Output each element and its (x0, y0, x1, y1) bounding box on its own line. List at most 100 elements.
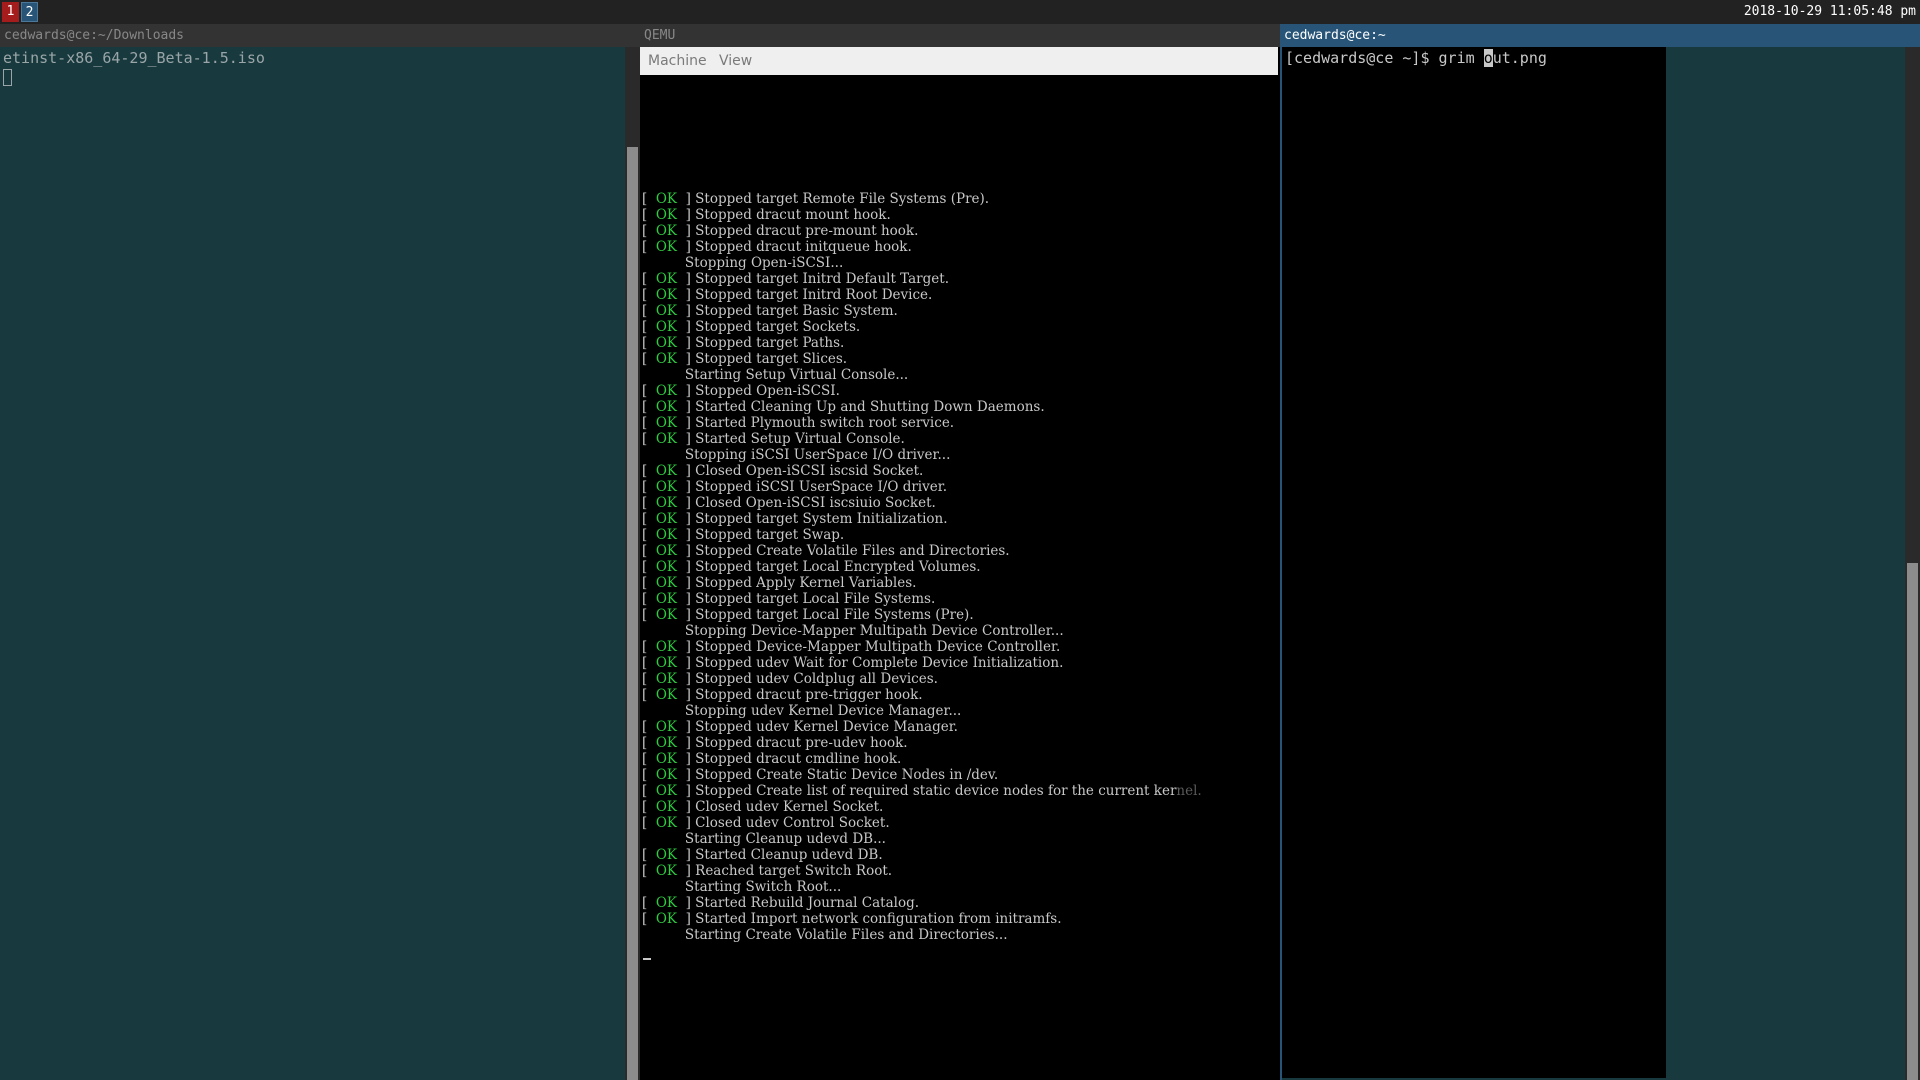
console-line: [ OK ] Stopped dracut pre-trigger hook. (642, 687, 923, 703)
prompt-after-cursor: ut.png (1492, 49, 1547, 67)
ok-status: OK (655, 815, 678, 831)
console-line-text: Stopping udev Kernel Device Manager... (684, 703, 962, 719)
console-line-text: Stopped target Sockets. (695, 319, 861, 335)
ok-status: OK (655, 575, 678, 591)
ok-status: OK (655, 399, 678, 415)
top-bar: 1 2 2018-10-29 11:05:48 pm (0, 0, 1920, 24)
ok-status: OK (655, 479, 678, 495)
console-line-text: Stopped dracut mount hook. (695, 207, 891, 223)
console-line-text: Stopped target Initrd Root Device. (695, 287, 933, 303)
menu-machine[interactable]: Machine (648, 47, 707, 75)
console-line: [ OK ] Stopped dracut pre-udev hook. (642, 735, 908, 751)
menu-view[interactable]: View (719, 47, 752, 75)
scrollbar-thumb[interactable] (627, 147, 638, 1080)
console-line-text: Stopped Device-Mapper Multipath Device C… (695, 639, 1061, 655)
ok-status: OK (655, 239, 678, 255)
console-line: [ OK ] Stopped dracut cmdline hook. (642, 751, 902, 767)
ok-status: OK (655, 847, 678, 863)
ok-status: OK (655, 687, 678, 703)
console-line-text: Closed udev Kernel Socket. (695, 799, 884, 815)
console-line: [ OK ] Stopped target Swap. (642, 527, 845, 543)
console-line: Stopping iSCSI UserSpace I/O driver... (642, 447, 1202, 463)
ok-status: OK (655, 431, 678, 447)
console-line-text: Stopped target Local File Systems (Pre). (695, 607, 974, 623)
console-line: [ OK ] Stopped dracut pre-mount hook. (642, 223, 919, 239)
ok-status: OK (655, 863, 678, 879)
ok-status: OK (655, 223, 678, 239)
ok-status: OK (655, 767, 678, 783)
console-line: [ OK ] Stopped target Initrd Default Tar… (642, 271, 949, 287)
terminal-home[interactable]: [cedwards@ce ~]$ grim out.png (1280, 47, 1920, 1080)
console-line-text: Starting Setup Virtual Console... (684, 367, 909, 383)
console-line-text: Started Cleaning Up and Shutting Down Da… (695, 399, 1045, 415)
terminal-prompt-line[interactable]: [cedwards@ce ~]$ grim out.png (1285, 49, 1547, 67)
workspace-1-button[interactable]: 1 (2, 2, 19, 22)
console-line: [ OK ] Stopped target Sockets. (642, 319, 861, 335)
console-line-text: Stopped dracut pre-mount hook. (695, 223, 919, 239)
console-line: [ OK ] Stopped target Local Encrypted Vo… (642, 559, 981, 575)
console-line-text: Started Import network configuration fro… (695, 911, 1062, 927)
console-line: [ OK ] Closed udev Kernel Socket. (642, 799, 884, 815)
ok-status: OK (655, 895, 678, 911)
console-line-text: Stopped target System Initialization. (695, 511, 948, 527)
prompt-text: [cedwards@ce ~]$ grim (1285, 49, 1484, 67)
ok-status: OK (655, 463, 678, 479)
console-line-text: Closed Open-iSCSI iscsiuio Socket. (695, 495, 936, 511)
console-line-text: Stopped Apply Kernel Variables. (695, 575, 917, 591)
console-line: [ OK ] Stopped target Paths. (642, 335, 845, 351)
scrollbar-home[interactable] (1905, 47, 1920, 1080)
window-title-qemu[interactable]: QEMU (640, 24, 1280, 47)
console-line: [ OK ] Stopped Create Volatile Files and… (642, 543, 1010, 559)
qemu-window[interactable]: Machine View [ OK ] Stopped target Remot… (640, 47, 1280, 1080)
console-line-text: Stopped dracut cmdline hook. (695, 751, 902, 767)
console-line: [ OK ] Stopped udev Coldplug all Devices… (642, 671, 938, 687)
ok-status: OK (655, 799, 678, 815)
ok-status: OK (655, 783, 678, 799)
workspace-2-button[interactable]: 2 (21, 2, 38, 22)
console-line: Starting Setup Virtual Console... (642, 367, 1202, 383)
console-line-text: Closed Open-iSCSI iscsid Socket. (695, 463, 924, 479)
console-line: [ OK ] Stopped udev Kernel Device Manage… (642, 719, 958, 735)
console-line: [ OK ] Stopped Device-Mapper Multipath D… (642, 639, 1061, 655)
console-line-text: Stopped target Paths. (695, 335, 845, 351)
scrollbar-downloads[interactable] (625, 47, 640, 1080)
console-line-text: Stopped Open-iSCSI. (695, 383, 840, 399)
console-line-text: Started Plymouth switch root service. (695, 415, 955, 431)
console-line-text: Started Setup Virtual Console. (695, 431, 905, 447)
console-line: [ OK ] Stopped Open-iSCSI. (642, 383, 840, 399)
console-line-text: Stopped target Initrd Default Target. (695, 271, 949, 287)
console-line-text: Stopped dracut pre-trigger hook. (695, 687, 923, 703)
console-line-text: Stopped target Basic System. (695, 303, 898, 319)
ok-status: OK (655, 511, 678, 527)
console-line: [ OK ] Stopped target Local File Systems… (642, 591, 936, 607)
console-line-text: Stopped dracut pre-udev hook. (695, 735, 908, 751)
ok-status: OK (655, 207, 678, 223)
scrollbar-thumb[interactable] (1907, 563, 1918, 1080)
ok-status: OK (655, 719, 678, 735)
console-line: [ OK ] Started Cleaning Up and Shutting … (642, 399, 1045, 415)
ok-status: OK (655, 559, 678, 575)
console-line-text: Starting Create Volatile Files and Direc… (684, 927, 1008, 943)
console-line: [ OK ] Stopped target Basic System. (642, 303, 898, 319)
window-title-home[interactable]: cedwards@ce:~ (1280, 24, 1920, 47)
terminal-downloads[interactable]: etinst-x86_64-29_Beta-1.5.iso (0, 47, 625, 1080)
console-line: Starting Switch Root... (642, 879, 1202, 895)
console-line: Starting Cleanup udevd DB... (642, 831, 1202, 847)
console-line-text: Stopping Open-iSCSI... (684, 255, 844, 271)
ok-status: OK (655, 415, 678, 431)
console-line-text: Starting Cleanup udevd DB... (684, 831, 886, 847)
console-line: [ OK ] Stopped target Remote File System… (642, 191, 990, 207)
console-line: [ OK ] Stopped iSCSI UserSpace I/O drive… (642, 479, 947, 495)
console-line: [ OK ] Closed Open-iSCSI iscsiuio Socket… (642, 495, 936, 511)
ok-status: OK (655, 735, 678, 751)
window-title-downloads[interactable]: cedwards@ce:~/Downloads (0, 24, 640, 47)
console-line: [ OK ] Stopped target Local File Systems… (642, 607, 974, 623)
console-line: [ OK ] Started Cleanup udevd DB. (642, 847, 883, 863)
console-line-text: Reached target Switch Root. (695, 863, 893, 879)
terminal-output-line: etinst-x86_64-29_Beta-1.5.iso (3, 49, 265, 67)
console-line: [ OK ] Stopped Apply Kernel Variables. (642, 575, 917, 591)
ok-status: OK (655, 591, 678, 607)
console-line: [ OK ] Closed udev Control Socket. (642, 815, 890, 831)
ok-status: OK (655, 335, 678, 351)
clock: 2018-10-29 11:05:48 pm (1743, 4, 1916, 19)
